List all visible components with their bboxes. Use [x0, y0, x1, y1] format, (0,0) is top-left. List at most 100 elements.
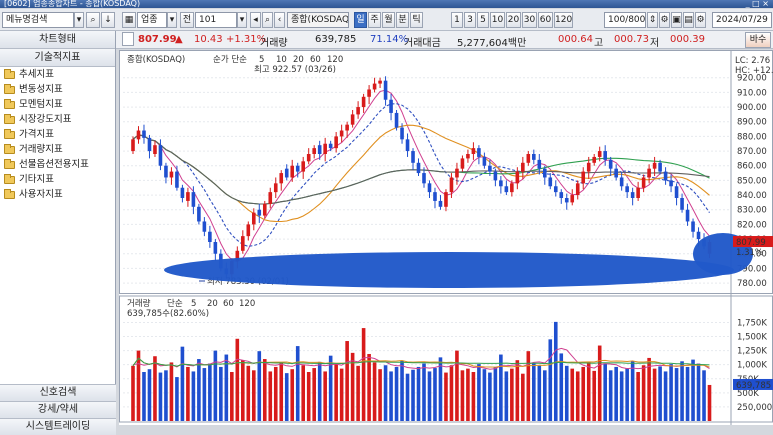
- candle-body: [548, 177, 553, 187]
- volume-bar: [372, 362, 377, 421]
- interval-button-120[interactable]: 120: [554, 12, 573, 28]
- candle-body: [482, 156, 487, 166]
- period-button-tick[interactable]: 틱: [410, 12, 423, 28]
- volume-bar: [164, 370, 168, 421]
- period-button-week[interactable]: 주: [368, 12, 381, 28]
- mode-button[interactable]: 바수: [745, 32, 771, 48]
- indicator-category-item[interactable]: 거래량지표: [0, 142, 115, 157]
- candle-body: [603, 151, 607, 160]
- save-icon[interactable]: ▣: [671, 12, 682, 28]
- menu-search-input[interactable]: 메뉴명검색: [2, 12, 74, 28]
- search-dropdown-button[interactable]: ▾: [74, 12, 84, 28]
- candle-body: [345, 124, 349, 131]
- price-high-note: 최고 922.57 (03/26): [254, 64, 336, 75]
- code-value: 101: [199, 15, 217, 25]
- volume-legend-period: 120: [239, 299, 255, 309]
- candle-body: [339, 130, 344, 137]
- interval-button-30[interactable]: 30: [522, 12, 537, 28]
- search-icon[interactable]: ⌕: [86, 12, 100, 28]
- indicator-category-label: 사용자지표: [19, 189, 63, 200]
- prev-item-icon[interactable]: ‹: [274, 12, 285, 28]
- volume-bar: [542, 370, 547, 421]
- table-icon[interactable]: ▤: [683, 12, 694, 28]
- volume-bar: [180, 346, 185, 421]
- high-value: 000.73: [614, 34, 649, 45]
- candle-body: [208, 231, 212, 242]
- window-controls[interactable]: _ □ ×: [746, 0, 769, 8]
- price-legend-name: 종합(KOSDAQ): [127, 55, 185, 65]
- indicator-category-item[interactable]: 사용자지표: [0, 187, 115, 202]
- candle-body: [674, 186, 679, 198]
- candle-body: [246, 224, 251, 237]
- code-dropdown-button[interactable]: ▾: [237, 12, 247, 28]
- price-legend-period: 120: [327, 55, 343, 65]
- code-prefix-button[interactable]: 전: [180, 12, 194, 28]
- system-trading-button[interactable]: 시스템트레이딩: [0, 418, 116, 435]
- date-input[interactable]: 2024/07/29: [712, 12, 772, 28]
- volume-bar: [290, 369, 295, 421]
- candle-body: [251, 212, 256, 225]
- tech-indicator-header[interactable]: 기술적지표: [0, 49, 115, 67]
- period-button-minute[interactable]: 분: [396, 12, 409, 28]
- volume-bar: [367, 353, 371, 421]
- volume-bar: [284, 373, 289, 421]
- indicator-category-item[interactable]: 가격지표: [0, 127, 115, 142]
- volume-bar: [603, 363, 607, 421]
- indicator-category-item[interactable]: 시장강도지표: [0, 112, 115, 127]
- indicator-category-item[interactable]: 기타지표: [0, 172, 115, 187]
- period-button-day[interactable]: 일: [354, 12, 367, 28]
- indicator-category-item[interactable]: 변동성지표: [0, 82, 115, 97]
- settings-icon[interactable]: ⚙: [659, 12, 670, 28]
- chart-type-header[interactable]: 차트형태: [0, 31, 115, 49]
- amount-value: 5,277,604백만: [457, 38, 527, 49]
- price-axis-tick-label: 860.00: [737, 162, 767, 172]
- indicator-category-item[interactable]: 추세지표: [0, 67, 115, 82]
- volume-bar: [553, 321, 558, 421]
- volume-bar: [383, 365, 388, 421]
- candle-body: [515, 171, 520, 184]
- speaker-icon[interactable]: ◂: [250, 12, 261, 28]
- bull-bear-button[interactable]: 강세/약세: [0, 401, 116, 418]
- interval-button-10[interactable]: 10: [490, 12, 505, 28]
- volume-bar: [707, 384, 712, 421]
- indicator-category-label: 변동성지표: [19, 84, 63, 95]
- indicator-category-item[interactable]: 선물옵션전용지표: [0, 157, 115, 172]
- volume-axis-tick-label: 1,250K: [737, 347, 767, 357]
- count-input[interactable]: 100/800: [604, 12, 646, 28]
- search-code-icon[interactable]: ⌕: [262, 12, 273, 28]
- period-button-month[interactable]: 월: [382, 12, 395, 28]
- market-select[interactable]: 업종: [137, 12, 167, 28]
- interval-button-20[interactable]: 20: [506, 12, 521, 28]
- candle-body: [279, 173, 284, 184]
- code-input[interactable]: 101: [195, 12, 237, 28]
- stepper-icon[interactable]: ⇕: [647, 12, 658, 28]
- indicator-category-item[interactable]: 모멘텀지표: [0, 97, 115, 112]
- volume-bar: [208, 363, 212, 421]
- arrow-down-icon[interactable]: ↓: [101, 12, 115, 28]
- quote-bar-toggle-icon[interactable]: [122, 32, 134, 46]
- indicator-category-label: 거래량지표: [19, 144, 63, 155]
- gear-icon[interactable]: ⚙: [695, 12, 706, 28]
- interval-button-60[interactable]: 60: [538, 12, 553, 28]
- volume-bar: [416, 366, 421, 421]
- folder-icon: [4, 98, 15, 109]
- candle-body: [532, 154, 536, 160]
- volume-bar: [306, 372, 311, 421]
- candle-body: [356, 107, 360, 115]
- volume-bar: [625, 368, 629, 421]
- chart-svg[interactable]: 920.00910.00900.00890.00880.00870.00860.…: [119, 50, 773, 425]
- candle-body: [504, 186, 509, 193]
- volume-bar: [251, 370, 256, 421]
- candle-body: [142, 130, 146, 138]
- candle-body: [581, 171, 586, 184]
- volume-bar: [301, 365, 306, 421]
- chart-area[interactable]: 920.00 910.00 900.00 890.00 880.00 870.00 860.…: [119, 50, 773, 425]
- interval-button-5[interactable]: 5: [477, 12, 489, 28]
- count-value: 100/800: [608, 15, 646, 25]
- chart-layout-icon[interactable]: ▦: [122, 12, 136, 28]
- candle-body: [460, 158, 465, 169]
- interval-button-1[interactable]: 1: [451, 12, 463, 28]
- market-dropdown-button[interactable]: ▾: [167, 12, 177, 28]
- interval-button-3[interactable]: 3: [464, 12, 476, 28]
- signal-search-button[interactable]: 신호검색: [0, 384, 116, 401]
